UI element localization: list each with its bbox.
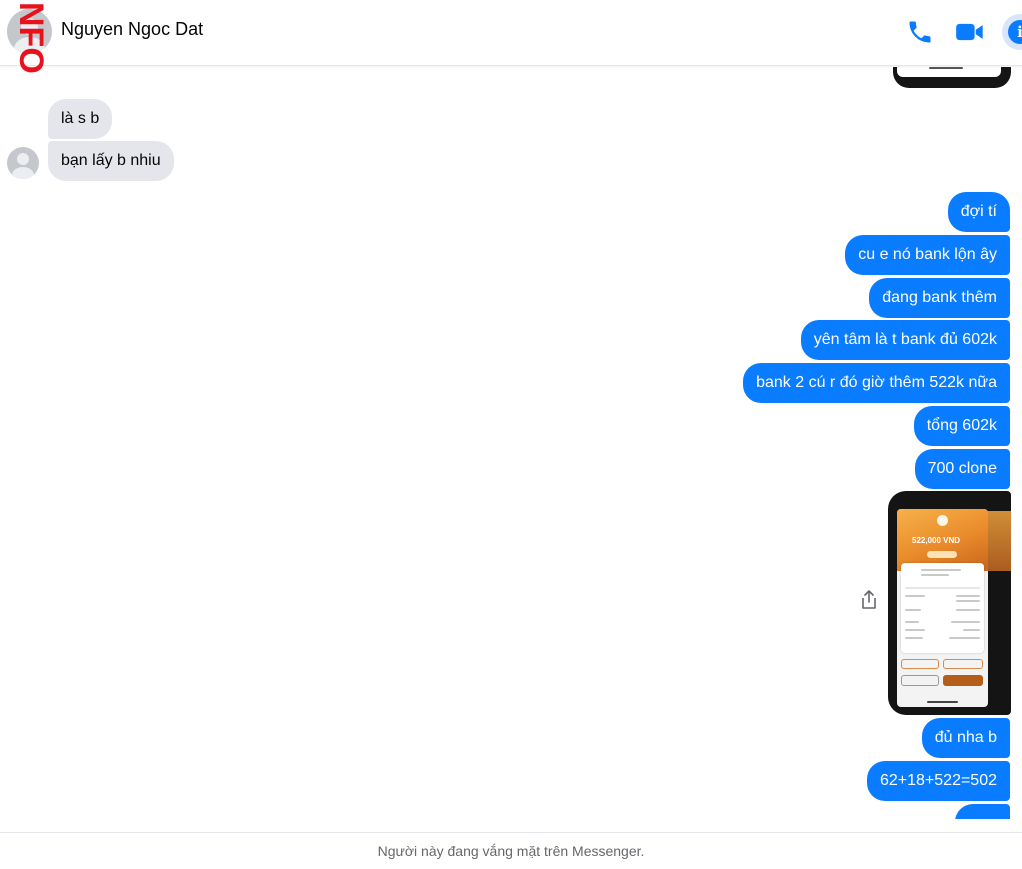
- watermark-logo: NFO: [12, 2, 48, 74]
- attachment-home-bar: [929, 67, 963, 69]
- outgoing-message[interactable]: tổng 602k: [913, 406, 1010, 446]
- avatar-body: [12, 167, 34, 179]
- video-camera-icon: [956, 23, 983, 41]
- outgoing-message[interactable]: 62+18+522=502: [866, 761, 1010, 801]
- receipt-line: [949, 637, 980, 639]
- receipt-line: [921, 569, 961, 571]
- receipt-line: [905, 609, 921, 611]
- outgoing-message-partial[interactable]: [955, 804, 1010, 819]
- receipt-button: [943, 659, 983, 669]
- receipt-pill: [927, 551, 957, 558]
- receipt-button: [901, 659, 939, 669]
- conversation-header: NFO Nguyen Ngoc Dat i: [0, 0, 1022, 74]
- receipt-button: [943, 675, 983, 686]
- receipt-line: [956, 595, 980, 597]
- receipt-divider: [905, 587, 980, 589]
- receipt-amount: 522,000 VND: [912, 536, 961, 545]
- info-icon: i: [1008, 20, 1022, 44]
- share-button[interactable]: [858, 589, 880, 611]
- outgoing-message[interactable]: đợi tí: [947, 192, 1010, 232]
- outgoing-message[interactable]: đủ nha b: [921, 718, 1010, 758]
- receipt-line: [963, 629, 980, 631]
- messenger-window: NFO Nguyen Ngoc Dat i là s b bạn lấy b n…: [0, 0, 1022, 869]
- image-attachment-previous[interactable]: [893, 67, 1011, 88]
- receipt-card: [901, 563, 984, 653]
- receipt-line: [905, 621, 919, 623]
- conversation-info-button[interactable]: i: [1002, 14, 1022, 50]
- call-button[interactable]: [904, 16, 936, 48]
- outgoing-message[interactable]: bank 2 cú r đó giờ thêm 522k nữa: [743, 363, 1010, 403]
- phone-icon: [909, 21, 931, 43]
- home-indicator: [927, 701, 958, 703]
- receipt-line: [905, 637, 923, 639]
- video-call-button[interactable]: [954, 16, 986, 48]
- receipt-line: [905, 629, 925, 631]
- receipt-line: [956, 609, 980, 611]
- avatar-head: [17, 153, 29, 165]
- watermark-text: NFO: [12, 2, 48, 74]
- share-icon: [862, 590, 876, 609]
- image-attachment[interactable]: 522,000 VND: [888, 491, 1011, 715]
- presence-status-text: Người này đang vắng mặt trên Messenger.: [377, 843, 645, 859]
- presence-footer: Người này đang vắng mặt trên Messenger.: [0, 832, 1022, 869]
- check-icon: [937, 515, 948, 526]
- message-thread[interactable]: là s b bạn lấy b nhiu đợi tí cu e nó ban…: [0, 67, 1022, 819]
- sender-avatar[interactable]: [7, 147, 39, 179]
- incoming-message[interactable]: bạn lấy b nhiu: [48, 141, 174, 181]
- receipt-line: [951, 621, 980, 623]
- attachment-screenshot: 522,000 VND: [897, 509, 988, 707]
- outgoing-message[interactable]: cu e nó bank lộn ây: [845, 235, 1010, 275]
- incoming-message[interactable]: là s b: [48, 99, 113, 139]
- outgoing-message[interactable]: 700 clone: [914, 449, 1010, 489]
- receipt-line: [956, 600, 980, 602]
- attachment-edge: [984, 511, 1011, 571]
- receipt-line: [921, 574, 949, 576]
- receipt-button: [901, 675, 939, 686]
- outgoing-message[interactable]: đang bank thêm: [869, 278, 1010, 318]
- receipt-line: [905, 595, 925, 597]
- outgoing-message[interactable]: yên tâm là t bank đủ 602k: [800, 320, 1010, 360]
- contact-name[interactable]: Nguyen Ngoc Dat: [61, 19, 203, 40]
